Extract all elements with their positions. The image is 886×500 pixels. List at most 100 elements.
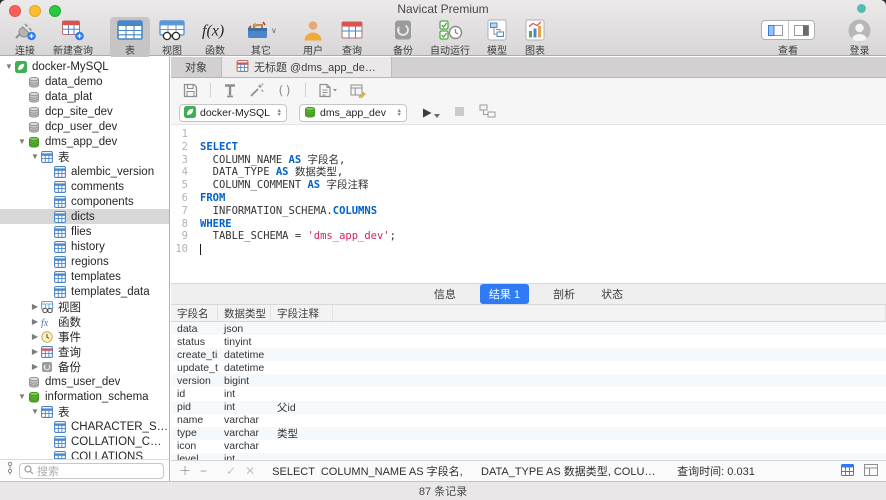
table-cell[interactable] [333, 361, 886, 374]
connection-filter-icon[interactable] [5, 461, 15, 480]
table-cell[interactable] [333, 348, 886, 361]
tree-item[interactable]: dicts [0, 209, 169, 224]
toolbar-queries-button[interactable]: 查询 [333, 17, 371, 58]
tree-item[interactable]: COLLATIONS [0, 449, 169, 459]
table-row[interactable]: create_timdatetime [171, 348, 886, 361]
sql-code[interactable]: SELECT COLUMN_NAME AS 字段名, DATA_TYPE AS … [193, 128, 396, 283]
toolbar-backup-button[interactable]: 备份 [385, 17, 421, 58]
tree-item[interactable]: data_demo [0, 74, 169, 89]
table-cell[interactable]: varchar [218, 414, 271, 427]
magic-wand-icon[interactable] [249, 83, 264, 98]
table-cell[interactable] [271, 387, 333, 400]
tree-item[interactable]: data_plat [0, 89, 169, 104]
disclosure-down-icon[interactable]: ▼ [4, 59, 14, 74]
explain-plan-icon[interactable] [479, 104, 496, 123]
toolbar-model-button[interactable]: 模型 [479, 17, 515, 58]
table-cell[interactable]: create_tim [171, 348, 218, 361]
pane-segmented-control[interactable] [761, 20, 815, 40]
run-query-button[interactable] [421, 107, 440, 119]
table-row[interactable]: typevarchar类型 [171, 427, 886, 440]
table-row[interactable]: levelint [171, 453, 886, 460]
tree-item[interactable]: history [0, 239, 169, 254]
table-cell[interactable]: id [171, 387, 218, 400]
table-cell[interactable] [333, 374, 886, 387]
login-button[interactable]: 登录 [841, 17, 878, 58]
tree-item[interactable]: components [0, 194, 169, 209]
table-cell[interactable] [271, 361, 333, 374]
toolbar-view-control[interactable]: 查看 [754, 17, 822, 58]
table-cell[interactable]: version [171, 374, 218, 387]
table-cell[interactable] [271, 335, 333, 348]
disclosure-down-icon[interactable]: ▼ [17, 134, 27, 149]
tree-item[interactable]: ▼dms_app_dev [0, 134, 169, 149]
column-header[interactable]: 数据类型 [218, 305, 271, 321]
table-cell[interactable] [333, 440, 886, 453]
toolbar-tables-button[interactable]: 表 [110, 17, 150, 58]
disclosure-down-icon[interactable]: ▼ [30, 149, 40, 164]
table-row[interactable]: idint [171, 387, 886, 400]
tree-item[interactable]: regions [0, 254, 169, 269]
query-builder-icon[interactable] [350, 83, 367, 98]
tree-item[interactable]: comments [0, 179, 169, 194]
document-tab-0[interactable]: 对象 [171, 57, 222, 77]
table-cell[interactable] [333, 387, 886, 400]
table-cell[interactable] [271, 414, 333, 427]
disclosure-right-icon[interactable]: ▶ [30, 314, 40, 329]
disclosure-right-icon[interactable]: ▶ [30, 359, 40, 374]
disclosure-down-icon[interactable]: ▼ [30, 404, 40, 419]
table-cell[interactable]: tinyint [218, 335, 271, 348]
table-cell[interactable] [333, 427, 886, 440]
connection-select[interactable]: docker-MySQL ▲▼ [179, 104, 287, 122]
table-cell[interactable]: json [218, 322, 271, 335]
tree-item[interactable]: ▼表 [0, 149, 169, 164]
right-pane-toggle-icon[interactable] [788, 21, 814, 39]
table-cell[interactable] [271, 374, 333, 387]
tree-item[interactable]: ▶事件 [0, 329, 169, 344]
tree-item[interactable]: dcp_user_dev [0, 119, 169, 134]
table-cell[interactable]: name [171, 414, 218, 427]
beautify-sql-icon[interactable] [223, 83, 237, 98]
result-tab-0[interactable]: 信息 [432, 284, 458, 304]
disclosure-right-icon[interactable]: ▶ [30, 329, 40, 344]
disclosure-down-icon[interactable]: ▼ [17, 389, 27, 404]
table-row[interactable]: datajson [171, 322, 886, 335]
tree-item[interactable]: CHARACTER_SETS [0, 419, 169, 434]
left-pane-toggle-icon[interactable] [762, 21, 788, 39]
sql-editor[interactable]: 12345678910 SELECT COLUMN_NAME AS 字段名, D… [171, 125, 886, 283]
document-tab-1[interactable]: 无标题 @dms_app_dev (d... [222, 57, 392, 77]
database-select[interactable]: dms_app_dev ▲▼ [299, 104, 407, 122]
tree-item[interactable]: flies [0, 224, 169, 239]
table-cell[interactable]: bigint [218, 374, 271, 387]
table-cell[interactable] [333, 322, 886, 335]
export-result-icon[interactable] [318, 83, 338, 98]
tree-item[interactable]: COLLATION_CHARAC... [0, 434, 169, 449]
toolbar-automation-button[interactable]: 自动运行 [423, 17, 477, 58]
toolbar-functions-button[interactable]: f(x)函数 [194, 17, 236, 58]
search-input[interactable]: 搜索 [19, 463, 164, 479]
tree-item[interactable]: templates_data [0, 284, 169, 299]
table-cell[interactable] [271, 453, 333, 460]
tree-item[interactable]: templates [0, 269, 169, 284]
table-cell[interactable]: datetime [218, 348, 271, 361]
table-cell[interactable]: type [171, 427, 218, 440]
table-cell[interactable]: status [171, 335, 218, 348]
add-record-icon[interactable]: ＋ [179, 465, 191, 477]
delete-record-icon[interactable]: − [200, 465, 207, 477]
column-header[interactable]: 字段名 [171, 305, 218, 321]
table-cell[interactable]: datetime [218, 361, 271, 374]
code-snippet-icon[interactable]: () [276, 82, 293, 98]
table-cell[interactable] [271, 348, 333, 361]
table-row[interactable]: pidint父id [171, 401, 886, 414]
table-cell[interactable]: pid [171, 401, 218, 414]
disclosure-right-icon[interactable]: ▶ [30, 299, 40, 314]
toolbar-views-button[interactable]: 视图 [152, 17, 192, 58]
tree-item[interactable]: dms_user_dev [0, 374, 169, 389]
toolbar-connect-button[interactable]: 连接 [6, 17, 44, 58]
toolbar-others-button[interactable]: ∨其它 [238, 17, 284, 58]
table-cell[interactable]: update_tim [171, 361, 218, 374]
result-tab-2[interactable]: 剖析 [551, 284, 577, 304]
table-cell[interactable] [333, 401, 886, 414]
table-cell[interactable]: varchar [218, 440, 271, 453]
table-cell[interactable] [333, 414, 886, 427]
table-cell[interactable]: data [171, 322, 218, 335]
